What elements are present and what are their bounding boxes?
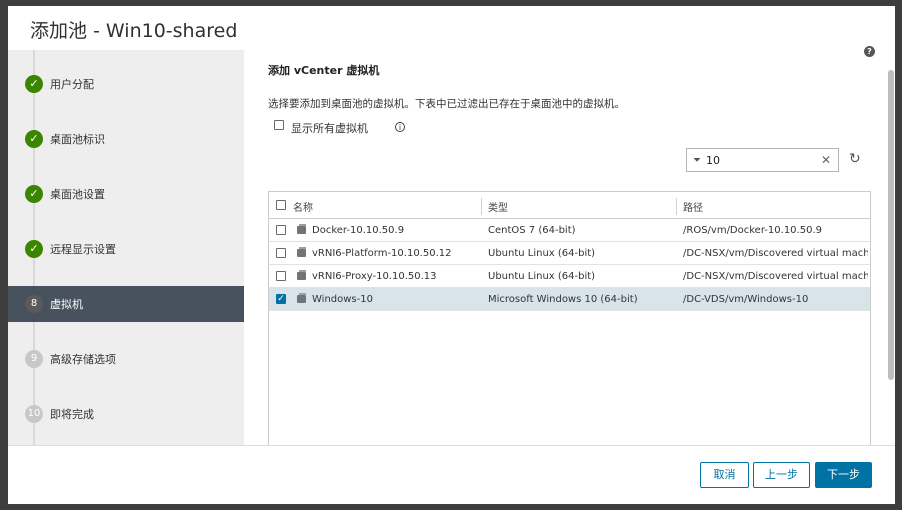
cancel-button[interactable]: 取消 [700,462,749,488]
scrollbar-thumb[interactable] [888,70,894,380]
step-pool-identification[interactable]: ✓ 桌面池标识 [8,121,244,157]
table-row[interactable]: Docker-10.10.50.9 CentOS 7 (64-bit) /ROS… [269,219,870,242]
step-ready-to-complete[interactable]: 10 即将完成 [8,396,244,432]
row-checkbox[interactable] [276,271,286,281]
refresh-icon[interactable]: ↻ [849,151,861,167]
back-button[interactable]: 上一步 [753,462,810,488]
step-remote-display-settings[interactable]: ✓ 远程显示设置 [8,231,244,267]
vm-type: Microsoft Windows 10 (64-bit) [488,294,638,305]
dialog-body: ✓ 用户分配 ✓ 桌面池标识 ✓ 桌面池设置 ✓ 远程显示设置 8 虚拟机 9 … [8,46,895,445]
clear-filter-icon[interactable]: ✕ [821,153,831,167]
dialog-title: 添加池 - Win10-shared [30,20,238,42]
step-label: 虚拟机 [50,298,83,311]
step-done-check-icon: ✓ [25,185,43,203]
step-virtual-machines[interactable]: 8 虚拟机 [8,286,244,322]
row-checkbox[interactable] [276,225,286,235]
table-row-selected[interactable]: ✓ Windows-10 Microsoft Windows 10 (64-bi… [269,288,870,311]
info-icon[interactable]: i [395,122,405,132]
section-description: 选择要添加到桌面池的虚拟机。下表中已过滤出已存在于桌面池中的虚拟机。 [268,98,625,110]
vm-icon [297,293,306,303]
show-all-vms-label[interactable]: 显示所有虚拟机 [291,120,368,136]
row-checkbox[interactable] [276,248,286,258]
vm-name: Windows-10 [312,294,373,305]
step-number: 10 [25,405,43,423]
vm-name: vRNI6-Proxy-10.10.50.13 [312,271,437,282]
add-pool-dialog: 添加池 - Win10-shared ✓ 用户分配 ✓ 桌面池标识 ✓ 桌面池设… [8,6,895,504]
column-header-type[interactable]: 类型 [488,199,508,214]
table-row[interactable]: vRNI6-Platform-10.10.50.12 Ubuntu Linux … [269,242,870,265]
row-checkbox-checked[interactable]: ✓ [276,294,286,304]
vm-path: /ROS/vm/Docker-10.10.50.9 [683,225,822,236]
vm-icon [297,247,306,257]
table-row[interactable]: vRNI6-Proxy-10.10.50.13 Ubuntu Linux (64… [269,265,870,288]
vm-path: /DC-VDS/vm/Windows-10 [683,294,809,305]
section-title: 添加 vCenter 虚拟机 [268,64,380,77]
filter-value[interactable]: 10 [706,154,720,167]
step-number: 9 [25,350,43,368]
filter-icon: ⏷ [693,155,701,166]
vm-name: Docker-10.10.50.9 [312,225,405,236]
column-divider[interactable] [481,198,482,215]
step-content: ? 添加 vCenter 虚拟机 选择要添加到桌面池的虚拟机。下表中已过滤出已存… [244,46,895,445]
step-label: 高级存储选项 [50,353,116,366]
next-button[interactable]: 下一步 [815,462,872,488]
step-number: 8 [25,295,43,313]
help-icon[interactable]: ? [864,46,875,57]
step-label: 桌面池标识 [50,133,105,146]
content-scrollbar[interactable] [887,60,895,441]
step-done-check-icon: ✓ [25,130,43,148]
dialog-footer: 取消 上一步 下一步 [8,445,895,504]
select-all-checkbox[interactable] [276,200,286,210]
vm-type: CentOS 7 (64-bit) [488,225,576,236]
step-label: 桌面池设置 [50,188,105,201]
vm-type: Ubuntu Linux (64-bit) [488,248,596,259]
step-advanced-storage[interactable]: 9 高级存储选项 [8,341,244,377]
vm-path: /DC-NSX/vm/Discovered virtual machin... [683,271,868,282]
step-label: 用户分配 [50,78,94,91]
vm-icon [297,270,306,280]
step-label: 即将完成 [50,408,94,421]
vm-name: vRNI6-Platform-10.10.50.12 [312,248,452,259]
wizard-steps-sidebar: ✓ 用户分配 ✓ 桌面池标识 ✓ 桌面池设置 ✓ 远程显示设置 8 虚拟机 9 … [8,50,244,445]
column-header-name[interactable]: 名称 [293,199,313,214]
step-user-assignment[interactable]: ✓ 用户分配 [8,66,244,102]
step-pool-settings[interactable]: ✓ 桌面池设置 [8,176,244,212]
step-label: 远程显示设置 [50,243,116,256]
step-done-check-icon: ✓ [25,75,43,93]
vm-table: 名称 类型 路径 Docker-10.10.50.9 CentOS 7 (64-… [268,191,871,445]
show-all-vms-checkbox[interactable] [274,120,284,130]
vm-type: Ubuntu Linux (64-bit) [488,271,596,282]
column-header-path[interactable]: 路径 [683,199,703,214]
column-divider[interactable] [676,198,677,215]
filter-input[interactable]: ⏷ 10 ✕ [686,148,839,172]
vm-icon [297,224,306,234]
step-done-check-icon: ✓ [25,240,43,258]
table-header: 名称 类型 路径 [269,192,870,219]
vm-path: /DC-NSX/vm/Discovered virtual machin... [683,248,868,259]
